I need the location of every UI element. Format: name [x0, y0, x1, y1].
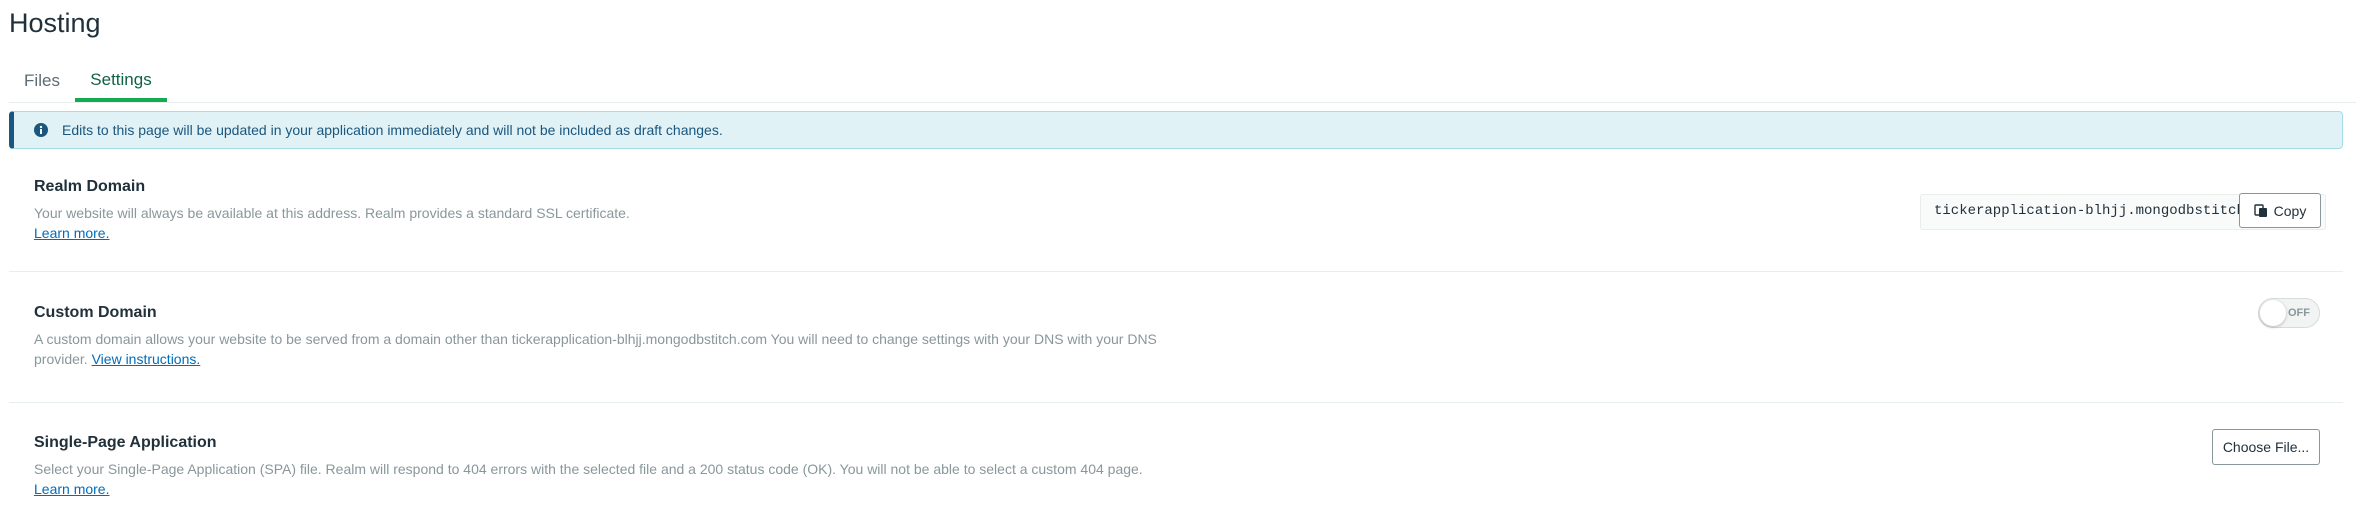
tab-bar: Files Settings	[9, 62, 2356, 103]
tab-settings[interactable]: Settings	[75, 62, 167, 102]
realm-domain-description-text: Your website will always be available at…	[34, 205, 630, 221]
copy-button[interactable]: Copy	[2239, 193, 2321, 228]
spa-description: Select your Single-Page Application (SPA…	[34, 459, 1164, 499]
tab-files[interactable]: Files	[9, 62, 75, 100]
realm-domain-description: Your website will always be available at…	[34, 203, 1164, 243]
banner-text: Edits to this page will be updated in yo…	[62, 122, 723, 138]
realm-domain-value: tickerapplication-blhjj.mongodbstitch.co…	[1934, 203, 2279, 219]
custom-domain-toggle[interactable]: OFF	[2258, 298, 2320, 328]
custom-domain-section: Custom Domain A custom domain allows you…	[9, 296, 2343, 396]
info-icon	[34, 123, 48, 137]
spa-learn-more-link[interactable]: Learn more.	[34, 481, 109, 497]
page-title: Hosting	[9, 8, 101, 38]
view-instructions-link[interactable]: View instructions.	[92, 351, 201, 367]
info-banner: Edits to this page will be updated in yo…	[9, 111, 2343, 149]
custom-domain-title: Custom Domain	[34, 304, 157, 321]
toggle-state-label: OFF	[2288, 307, 2310, 319]
spa-title: Single-Page Application	[34, 434, 217, 451]
section-divider	[9, 402, 2343, 403]
spa-section: Single-Page Application Select your Sing…	[9, 426, 2343, 526]
copy-button-label: Copy	[2273, 202, 2307, 219]
realm-domain-title: Realm Domain	[34, 178, 146, 195]
realm-domain-learn-more-link[interactable]: Learn more.	[34, 225, 109, 241]
spa-description-text: Select your Single-Page Application (SPA…	[34, 461, 1143, 477]
custom-domain-description-text: A custom domain allows your website to b…	[34, 331, 1157, 367]
toggle-knob	[2260, 300, 2286, 326]
choose-file-button[interactable]: Choose File...	[2212, 429, 2320, 465]
section-divider	[9, 271, 2343, 272]
custom-domain-description: A custom domain allows your website to b…	[34, 329, 1164, 369]
copy-icon	[2253, 203, 2268, 218]
